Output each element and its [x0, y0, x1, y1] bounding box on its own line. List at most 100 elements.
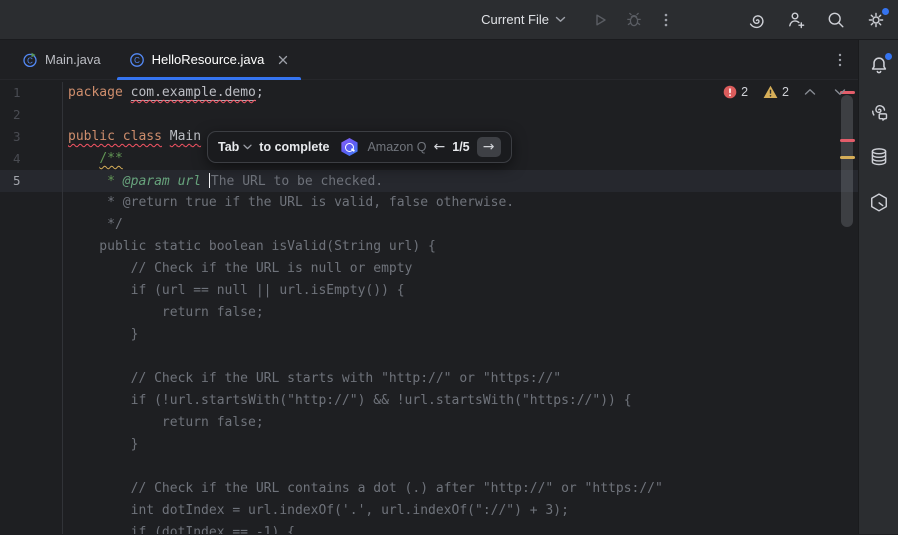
error-circle-icon [723, 85, 737, 99]
ghost-code-line[interactable]: */ [0, 214, 858, 236]
tab-label: HelloResource.java [152, 52, 265, 67]
search-icon [826, 10, 846, 30]
ghost-code-line[interactable] [0, 346, 858, 368]
previous-problem-button[interactable] [804, 88, 816, 96]
hexagon-clock-icon [868, 192, 890, 214]
class-icon: C [129, 52, 145, 68]
warning-count[interactable]: 2 [763, 85, 789, 99]
ghost-code-line[interactable]: // Check if the URL contains a dot (.) a… [0, 478, 858, 500]
next-suggestion-button[interactable]: → [477, 137, 501, 157]
ghost-code-line[interactable]: if (url == null || url.isEmpty()) { [0, 280, 858, 302]
ide-window: Current File [0, 0, 898, 535]
notifications-button[interactable] [864, 50, 894, 80]
warning-triangle-icon [763, 85, 778, 99]
run-configuration-label: Current File [481, 12, 549, 27]
close-tab-icon[interactable] [277, 54, 289, 66]
line-number [0, 456, 63, 478]
chevron-down-icon[interactable] [243, 144, 252, 150]
line-number [0, 258, 63, 280]
main-toolbar: Current File [0, 0, 898, 40]
warning-count-value: 2 [782, 85, 789, 99]
kebab-menu-icon [658, 12, 674, 28]
error-count[interactable]: 2 [723, 85, 748, 99]
debug-button[interactable] [620, 6, 648, 34]
error-count-value: 2 [741, 85, 748, 99]
runnable-class-icon: C [22, 52, 38, 68]
amazon-q-icon [340, 138, 358, 156]
play-icon [590, 10, 610, 30]
line-number [0, 346, 63, 368]
tab-key-hint[interactable]: Tab [218, 140, 239, 154]
line-number [0, 302, 63, 324]
ghost-code-line[interactable]: int dotIndex = url.indexOf('.', url.inde… [0, 500, 858, 522]
line-number [0, 236, 63, 258]
line-number [0, 434, 63, 456]
ghost-code-line[interactable]: if (dotIndex == -1) { [0, 522, 858, 534]
line-number: 3 [0, 126, 63, 148]
line-number: 2 [0, 104, 63, 126]
error-stripe-mark[interactable] [840, 139, 855, 142]
code-line[interactable]: 2 [0, 104, 858, 126]
editor-tab-bar: C Main.java C HelloResource.java [0, 40, 858, 80]
settings-button[interactable] [862, 6, 890, 34]
completion-hint-text: to complete [259, 140, 329, 154]
next-problem-button[interactable] [834, 88, 846, 96]
ghost-code-line[interactable]: } [0, 434, 858, 456]
toolbar-more-button[interactable] [652, 6, 680, 34]
database-icon [868, 146, 890, 168]
dependencies-button[interactable] [864, 188, 894, 218]
ghost-code-line[interactable]: } [0, 324, 858, 346]
run-configuration-selector[interactable]: Current File [475, 8, 572, 31]
ai-chat-button[interactable] [864, 96, 894, 126]
ghost-code-line[interactable] [0, 456, 858, 478]
tab-label: Main.java [45, 52, 101, 67]
code-with-me-button[interactable] [782, 6, 810, 34]
ghost-code-line[interactable]: return false; [0, 412, 858, 434]
right-tool-stripe [858, 40, 898, 534]
line-number [0, 412, 63, 434]
vertical-scrollbar-thumb[interactable] [841, 95, 853, 227]
suggestion-counter: 1/5 [452, 140, 469, 154]
ai-assistant-button[interactable] [742, 6, 770, 34]
svg-text:C: C [134, 56, 140, 65]
inspections-widget: 2 2 [723, 85, 846, 99]
svg-text:C: C [27, 56, 33, 65]
run-button[interactable] [586, 6, 614, 34]
tab-helloresource-java[interactable]: C HelloResource.java [115, 40, 304, 79]
content-row: C Main.java C HelloResource.java [0, 40, 898, 534]
line-number: 5 [0, 170, 63, 192]
line-number [0, 390, 63, 412]
database-button[interactable] [864, 142, 894, 172]
chevron-down-icon [555, 16, 566, 23]
run-widget-group: Current File [475, 6, 680, 34]
bug-icon [624, 10, 644, 30]
line-number [0, 280, 63, 302]
warning-stripe-mark[interactable] [840, 156, 855, 159]
ai-spiral-icon [746, 10, 766, 30]
line-number [0, 500, 63, 522]
ghost-code-line[interactable]: if (!url.startsWith("http://") && !url.s… [0, 390, 858, 412]
previous-suggestion-button[interactable]: ← [434, 139, 446, 155]
tab-list-menu-button[interactable] [832, 52, 848, 68]
line-number [0, 214, 63, 236]
line-number [0, 368, 63, 390]
ai-chat-bubble-icon [868, 100, 890, 122]
code-line[interactable]: 5 * @param url The URL to be checked. [0, 170, 858, 192]
settings-update-dot [882, 8, 889, 15]
ghost-code-line[interactable]: public static boolean isValid(String url… [0, 236, 858, 258]
search-everywhere-button[interactable] [822, 6, 850, 34]
ghost-code-line[interactable]: return false; [0, 302, 858, 324]
ghost-code-line[interactable]: * @return true if the URL is valid, fals… [0, 192, 858, 214]
ghost-code-line[interactable]: // Check if the URL is null or empty [0, 258, 858, 280]
notification-dot [885, 53, 892, 60]
tab-main-java[interactable]: C Main.java [8, 40, 115, 79]
line-number [0, 522, 63, 534]
inline-completion-popup: Tab to complete Amazon Q ← 1/5 → [207, 131, 512, 163]
line-number [0, 324, 63, 346]
editor-column: C Main.java C HelloResource.java [0, 40, 858, 534]
ghost-code-line[interactable]: // Check if the URL starts with "http://… [0, 368, 858, 390]
text-cursor [209, 173, 210, 188]
amazon-q-label: Amazon Q [367, 140, 426, 154]
code-editor[interactable]: 2 2 [0, 80, 858, 534]
user-plus-icon [786, 10, 806, 30]
